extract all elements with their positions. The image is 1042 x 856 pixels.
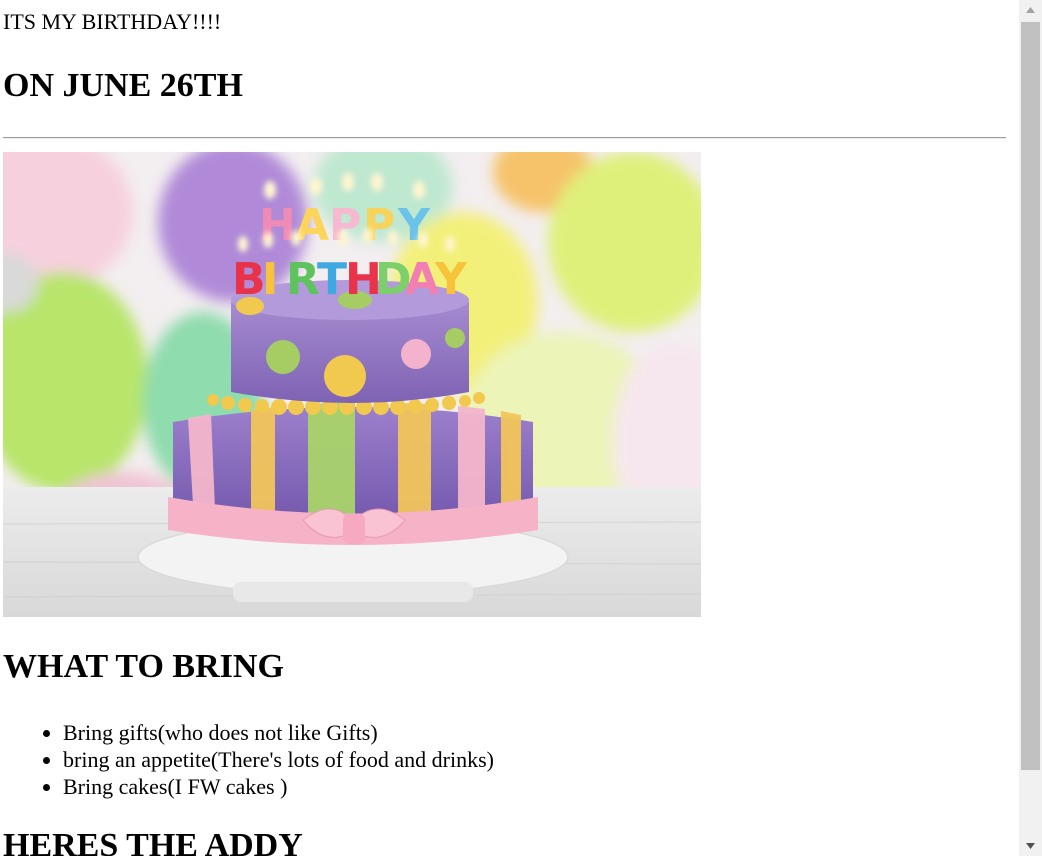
page: ITS MY BIRTHDAY!!!! ON JUNE 26TH H A P P… [0,0,1019,856]
bottom-tier [168,402,538,545]
bring-list: Bring gifts(who does not like Gifts) bri… [3,719,494,800]
what-to-bring-heading: WHAT TO BRING [3,648,284,685]
scroll-up-button[interactable] [1019,0,1042,20]
horizontal-rule [3,137,1006,139]
list-item: Bring cakes(I FW cakes ) [63,773,494,800]
list-item: Bring gifts(who does not like Gifts) [63,719,494,746]
scroll-thumb[interactable] [1021,22,1040,770]
svg-text:R: R [286,254,320,305]
vertical-scrollbar[interactable] [1019,0,1042,856]
address-heading: HERES THE ADDY [3,827,303,856]
intro-text: ITS MY BIRTHDAY!!!! [3,9,222,34]
list-item: bring an appetite(There's lots of food a… [63,746,494,773]
svg-text:I: I [262,254,278,305]
svg-text:A: A [405,254,439,305]
birthday-cake-image: H A P P Y B I R T H D A Y [3,152,701,617]
svg-text:A: A [295,200,329,251]
date-heading: ON JUNE 26TH [3,67,243,104]
svg-text:Y: Y [434,254,468,305]
triangle-up-icon [1026,7,1035,13]
triangle-down-icon [1026,843,1035,849]
scroll-down-button[interactable] [1019,836,1042,856]
svg-text:T: T [317,254,347,305]
svg-text:B: B [232,254,266,305]
